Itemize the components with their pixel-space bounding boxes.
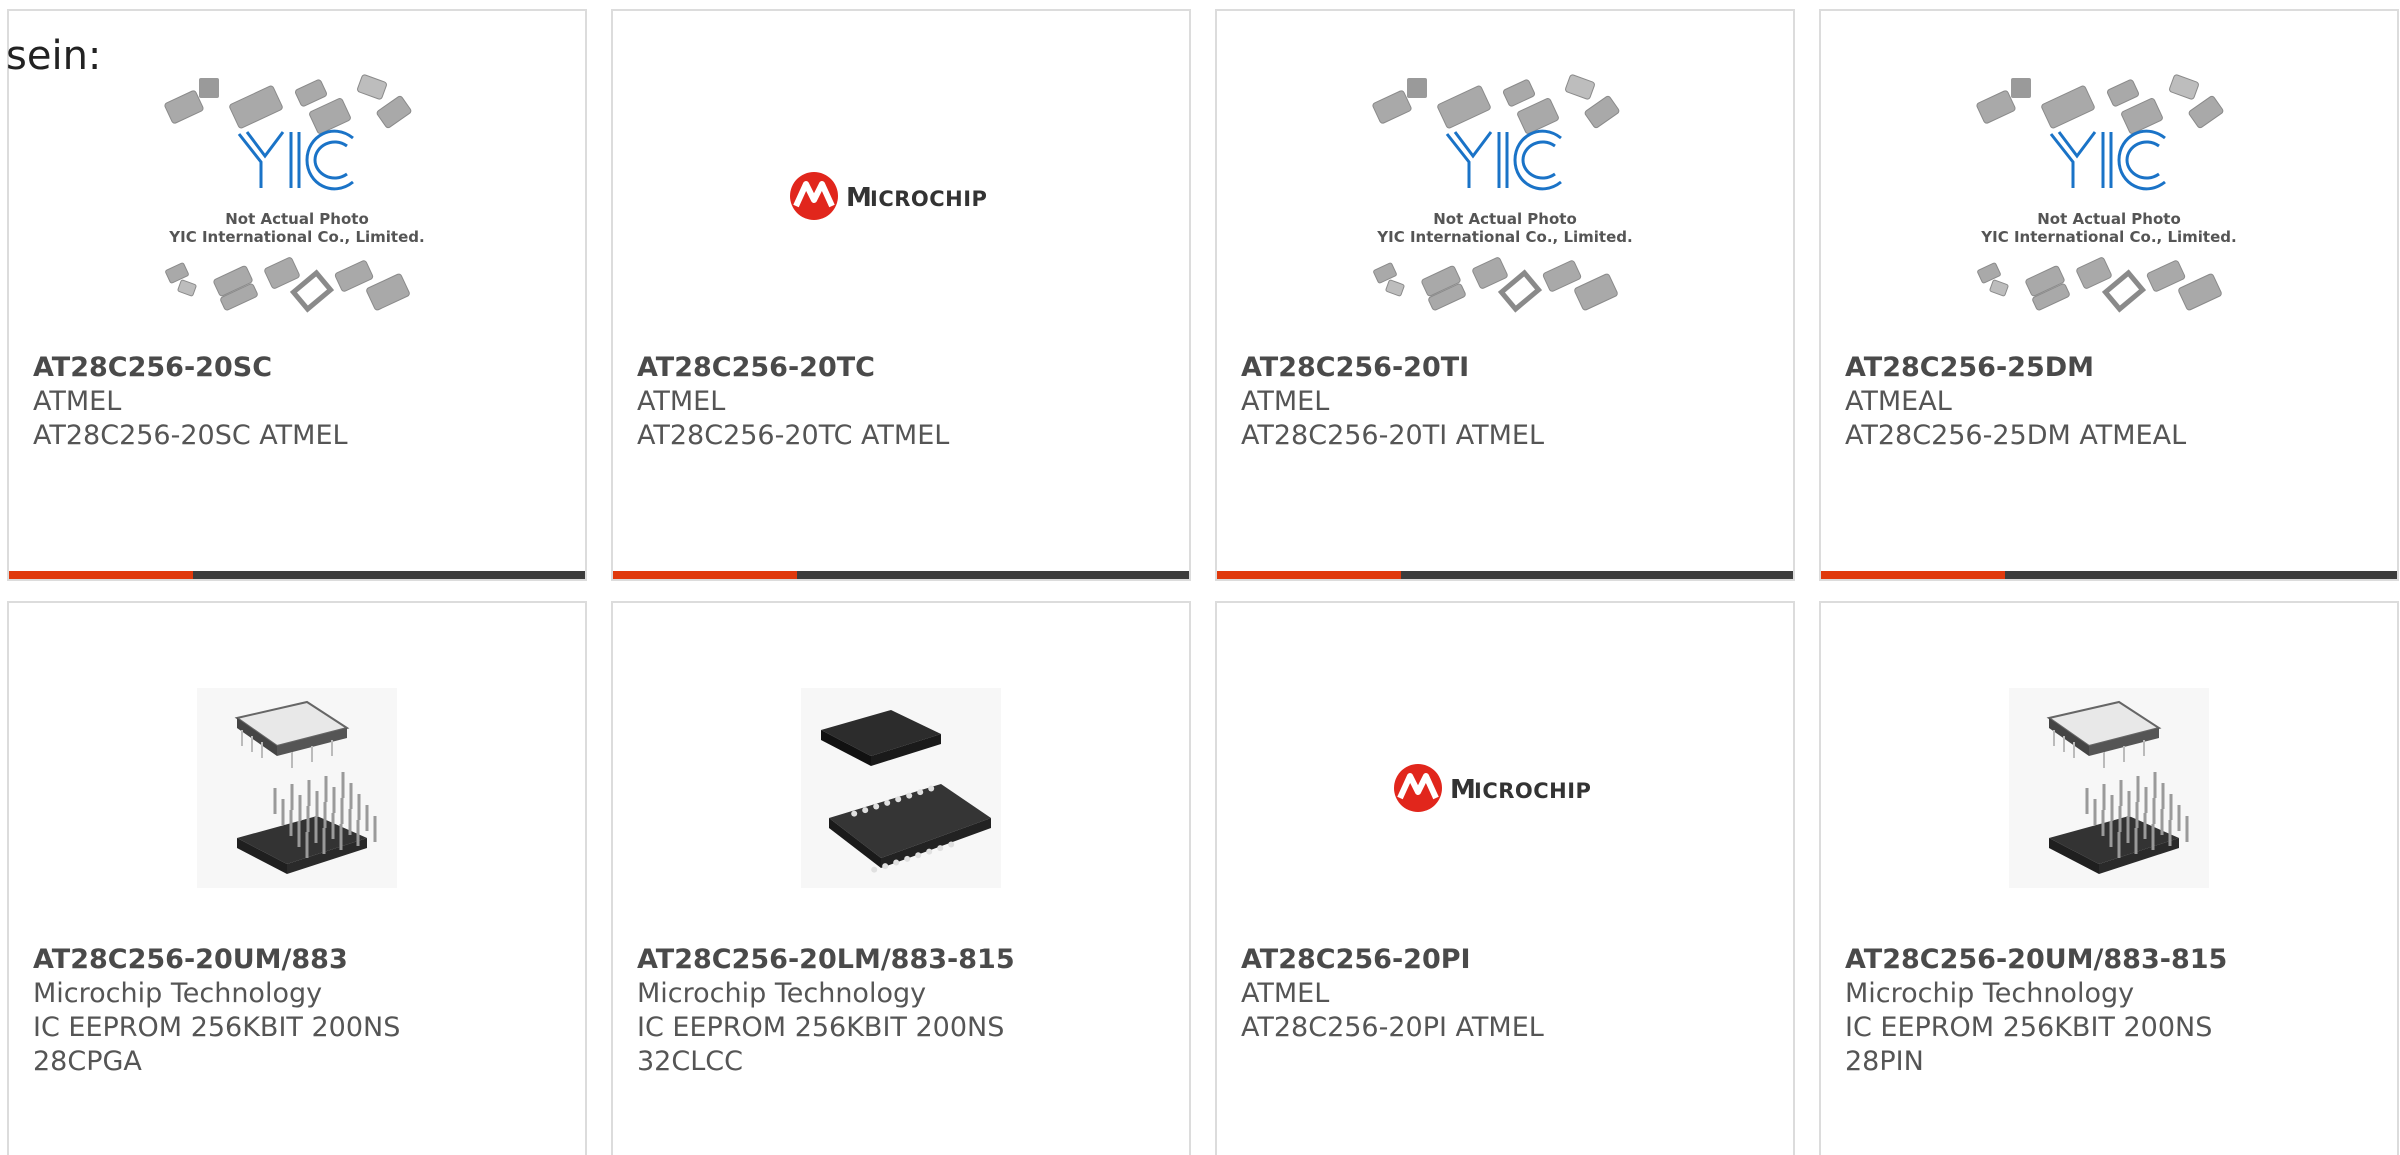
yic-logo — [1445, 129, 1562, 191]
product-image: M ICROCHIP — [1217, 633, 1793, 943]
svg-text:ICROCHIP: ICROCHIP — [1474, 779, 1591, 803]
manufacturer: Microchip Technology — [637, 978, 927, 1009]
product-image — [9, 633, 585, 943]
description-line: 28PIN — [1845, 1046, 1924, 1077]
intro-text: sein: — [6, 33, 102, 79]
manufacturer: ATMEL — [1241, 978, 1330, 1009]
yic-placeholder-image: Not Actual Photo YIC International Co., … — [1372, 74, 1633, 313]
microchip-logo: M ICROCHIP — [790, 172, 987, 220]
description-line: 32CLCC — [637, 1046, 743, 1077]
product-image — [613, 633, 1189, 943]
product-card[interactable]: AT28C256-20UM/883 Microchip Technology I… — [7, 601, 587, 1155]
package-icons-bottom — [1373, 257, 1618, 313]
manufacturer: Microchip Technology — [33, 978, 323, 1009]
product-card[interactable]: M ICROCHIP AT28C256-20TC ATMEL AT28C256-… — [611, 9, 1191, 581]
product-card[interactable]: Not Actual Photo YIC International Co., … — [1215, 9, 1795, 581]
product-image: Not Actual Photo YIC International Co., … — [9, 41, 585, 351]
placeholder-caption-line2: YIC International Co., Limited. — [1376, 228, 1632, 246]
placeholder-caption-line1: Not Actual Photo — [2037, 210, 2181, 228]
progress-bar — [613, 571, 1189, 579]
yic-logo — [2049, 129, 2166, 191]
svg-text:M: M — [1450, 775, 1476, 805]
part-number[interactable]: AT28C256-20UM/883-815 — [1845, 943, 2377, 977]
product-info: AT28C256-20PI ATMEL AT28C256-20PI ATMEL — [1241, 943, 1773, 1045]
progress-fill — [1217, 571, 1402, 579]
progress-bar — [1217, 571, 1793, 579]
product-image: Not Actual Photo YIC International Co., … — [1821, 41, 2397, 351]
pga-chip-photo — [2009, 688, 2209, 888]
yic-logo — [237, 129, 354, 191]
product-info: AT28C256-20SC ATMEL AT28C256-20SC ATMEL — [33, 351, 565, 453]
part-number[interactable]: AT28C256-25DM — [1845, 351, 2377, 385]
progress-bar — [1821, 571, 2397, 579]
manufacturer: Microchip Technology — [1845, 978, 2135, 1009]
manufacturer: ATMEAL — [1845, 386, 1952, 417]
product-info: AT28C256-25DM ATMEAL AT28C256-25DM ATMEA… — [1845, 351, 2377, 453]
part-number[interactable]: AT28C256-20SC — [33, 351, 565, 385]
product-info: AT28C256-20TI ATMEL AT28C256-20TI ATMEL — [1241, 351, 1773, 453]
product-info: AT28C256-20LM/883-815 Microchip Technolo… — [637, 943, 1169, 1079]
microchip-logo: M ICROCHIP — [1394, 764, 1591, 812]
product-image: M ICROCHIP — [613, 41, 1189, 351]
svg-text:M: M — [846, 183, 872, 213]
description-line: AT28C256-20TC ATMEL — [637, 420, 950, 451]
placeholder-caption-line2: YIC International Co., Limited. — [168, 228, 424, 246]
product-card[interactable]: AT28C256-20UM/883-815 Microchip Technolo… — [1819, 601, 2399, 1155]
product-grid-page: sein: Not Actual Photo YIC International… — [0, 0, 2400, 1155]
yic-placeholder-image: Not Actual Photo YIC International Co., … — [164, 74, 425, 313]
product-card[interactable]: Not Actual Photo YIC International Co., … — [7, 9, 587, 581]
part-number[interactable]: AT28C256-20PI — [1241, 943, 1773, 977]
manufacturer: ATMEL — [637, 386, 726, 417]
yic-placeholder-image: Not Actual Photo YIC International Co., … — [1976, 74, 2237, 313]
placeholder-caption-line1: Not Actual Photo — [225, 210, 369, 228]
svg-text:ICROCHIP: ICROCHIP — [870, 187, 987, 211]
package-icons-bottom — [1977, 257, 2222, 313]
product-card[interactable]: AT28C256-20LM/883-815 Microchip Technolo… — [611, 601, 1191, 1155]
package-icons-top — [164, 74, 412, 134]
description-line: AT28C256-20PI ATMEL — [1241, 1012, 1544, 1043]
part-number[interactable]: AT28C256-20TC — [637, 351, 1169, 385]
progress-fill — [9, 571, 194, 579]
description-line: IC EEPROM 256KBIT 200NS — [637, 1012, 1005, 1043]
part-number[interactable]: AT28C256-20TI — [1241, 351, 1773, 385]
pga-chip-photo — [197, 688, 397, 888]
clcc-chip-photo — [801, 688, 1001, 888]
description-line: 28CPGA — [33, 1046, 142, 1077]
description-line: AT28C256-25DM ATMEAL — [1845, 420, 2187, 451]
product-info: AT28C256-20TC ATMEL AT28C256-20TC ATMEL — [637, 351, 1169, 453]
product-image — [1821, 633, 2397, 943]
part-number[interactable]: AT28C256-20LM/883-815 — [637, 943, 1169, 977]
package-icons-top — [1976, 74, 2224, 134]
placeholder-caption-line2: YIC International Co., Limited. — [1980, 228, 2236, 246]
product-image: Not Actual Photo YIC International Co., … — [1217, 41, 1793, 351]
package-icons-bottom — [165, 257, 410, 313]
description-line: IC EEPROM 256KBIT 200NS — [1845, 1012, 2213, 1043]
progress-fill — [613, 571, 798, 579]
manufacturer: ATMEL — [33, 386, 122, 417]
product-grid: Not Actual Photo YIC International Co., … — [7, 9, 2399, 1155]
product-card[interactable]: Not Actual Photo YIC International Co., … — [1819, 9, 2399, 581]
progress-fill — [1821, 571, 2006, 579]
description-line: AT28C256-20TI ATMEL — [1241, 420, 1545, 451]
product-info: AT28C256-20UM/883 Microchip Technology I… — [33, 943, 565, 1079]
placeholder-caption-line1: Not Actual Photo — [1433, 210, 1577, 228]
progress-bar — [9, 571, 585, 579]
manufacturer: ATMEL — [1241, 386, 1330, 417]
description-line: AT28C256-20SC ATMEL — [33, 420, 348, 451]
part-number[interactable]: AT28C256-20UM/883 — [33, 943, 565, 977]
description-line: IC EEPROM 256KBIT 200NS — [33, 1012, 401, 1043]
product-card[interactable]: M ICROCHIP AT28C256-20PI ATMEL AT28C256-… — [1215, 601, 1795, 1155]
product-info: AT28C256-20UM/883-815 Microchip Technolo… — [1845, 943, 2377, 1079]
package-icons-top — [1372, 74, 1620, 134]
